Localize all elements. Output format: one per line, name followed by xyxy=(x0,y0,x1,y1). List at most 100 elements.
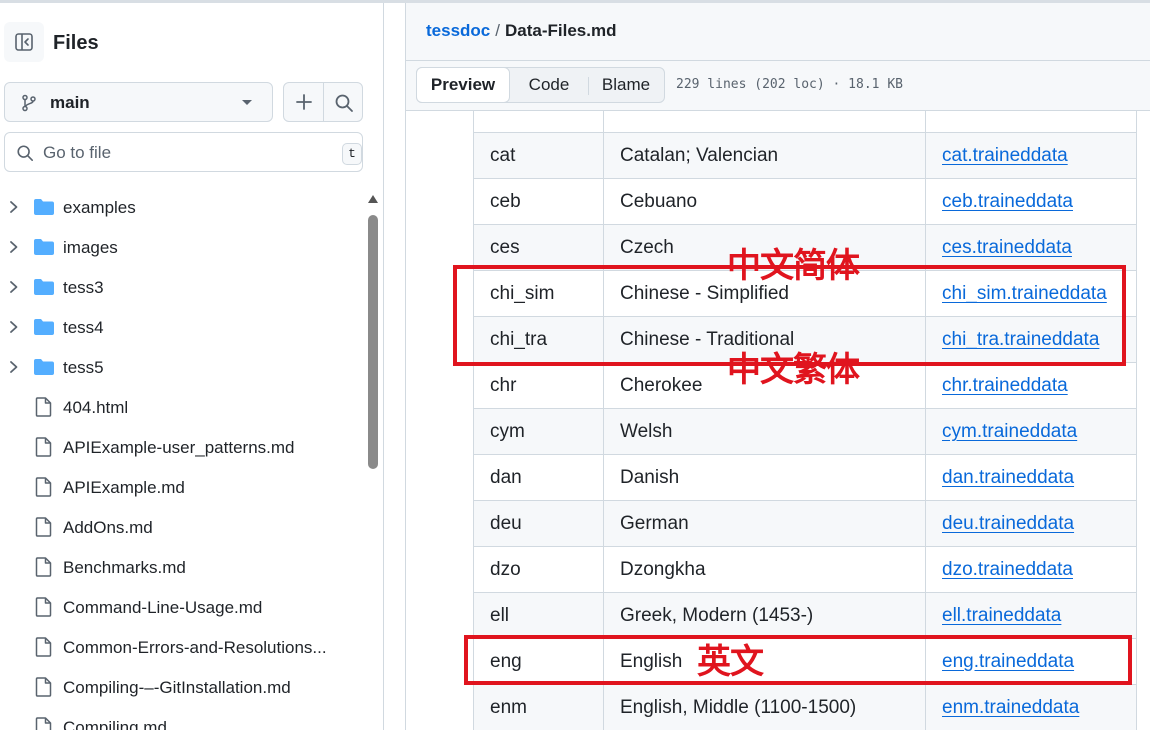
sidebar-scrollbar[interactable] xyxy=(366,195,380,730)
folder-icon xyxy=(34,359,54,375)
tree-file-item[interactable]: AddOns.md xyxy=(0,507,366,547)
traineddata-link[interactable]: dzo.traineddata xyxy=(942,559,1073,580)
scrollbar-thumb[interactable] xyxy=(368,215,378,469)
folder-icon xyxy=(34,199,54,215)
chevron-right-icon[interactable] xyxy=(8,280,20,294)
language-name-cell: Dzongkha xyxy=(603,547,925,593)
file-icon xyxy=(35,677,52,697)
traineddata-cell: chr.traineddata xyxy=(925,363,1137,409)
language-code-cell: chr xyxy=(473,363,603,409)
language-code-cell xyxy=(473,111,603,133)
tree-folder-item[interactable]: images xyxy=(0,227,366,267)
go-to-file-box: t xyxy=(4,132,363,172)
tree-file-item[interactable]: Compiling-–-GitInstallation.md xyxy=(0,667,366,707)
annotation-traditional: 中文繁体 xyxy=(727,350,860,390)
traineddata-cell: deu.traineddata xyxy=(925,501,1137,547)
tree-file-item[interactable]: Benchmarks.md xyxy=(0,547,366,587)
language-name-cell: Welsh xyxy=(603,409,925,455)
file-tree-sidebar: Files main t examplesima xyxy=(0,3,384,730)
annotation-english: 英文 xyxy=(697,642,764,682)
tree-item-label: Command-Line-Usage.md xyxy=(63,598,263,617)
tree-file-item[interactable]: APIExample.md xyxy=(0,467,366,507)
breadcrumb-file-name: Data-Files.md xyxy=(504,21,617,40)
file-header: tessdoc / Data-Files.md xyxy=(405,3,1150,61)
tree-item-label: tess4 xyxy=(63,318,104,337)
table-row xyxy=(473,111,1137,133)
language-name-cell: Greek, Modern (1453-) xyxy=(603,593,925,639)
file-icon xyxy=(35,597,52,617)
chevron-right-icon[interactable] xyxy=(8,240,20,254)
highlight-box-english xyxy=(464,635,1132,685)
tree-file-item[interactable]: 404.html xyxy=(0,387,366,427)
tree-file-item[interactable]: Compiling.md xyxy=(0,707,366,730)
table-row: cym Welsh cym.traineddata xyxy=(473,409,1137,455)
tree-item-label: Common-Errors-and-Resolutions... xyxy=(63,638,327,657)
folder-icon xyxy=(34,239,54,255)
traineddata-cell: enm.traineddata xyxy=(925,685,1137,730)
tree-item-label: Compiling-–-GitInstallation.md xyxy=(63,678,291,697)
tree-folder-item[interactable]: tess3 xyxy=(0,267,366,307)
traineddata-link[interactable]: chr.traineddata xyxy=(942,375,1068,396)
tree-folder-item[interactable]: tess4 xyxy=(0,307,366,347)
file-icon xyxy=(35,637,52,657)
tab-code[interactable]: Code xyxy=(510,68,588,102)
tree-file-item[interactable]: Command-Line-Usage.md xyxy=(0,587,366,627)
go-to-file-input[interactable] xyxy=(43,141,333,165)
tree-file-item[interactable]: APIExample-user_patterns.md xyxy=(0,427,366,467)
file-icon xyxy=(35,477,52,497)
tree-item-label: APIExample-user_patterns.md xyxy=(63,438,295,457)
language-code-cell: dzo xyxy=(473,547,603,593)
language-code-cell: cat xyxy=(473,133,603,179)
tree-item-label: AddOns.md xyxy=(63,518,153,537)
traineddata-link[interactable]: enm.traineddata xyxy=(942,697,1079,718)
traineddata-cell: ceb.traineddata xyxy=(925,179,1137,225)
file-icon xyxy=(35,557,52,577)
sidebar-title: Files xyxy=(53,32,99,54)
traineddata-cell xyxy=(925,111,1137,133)
traineddata-cell: dzo.traineddata xyxy=(925,547,1137,593)
git-branch-icon xyxy=(22,94,36,112)
tree-item-label: tess3 xyxy=(63,278,104,297)
traineddata-link[interactable]: ces.traineddata xyxy=(942,237,1072,258)
tree-item-label: Compiling.md xyxy=(63,718,167,730)
language-name-cell: Danish xyxy=(603,455,925,501)
chevron-right-icon[interactable] xyxy=(8,360,20,374)
tree-folder-item[interactable]: tess5 xyxy=(0,347,366,387)
traineddata-link[interactable]: cym.traineddata xyxy=(942,421,1077,442)
branch-name: main xyxy=(50,93,90,112)
folder-icon xyxy=(34,279,54,295)
tab-blame[interactable]: Blame xyxy=(588,68,664,102)
traineddata-cell: cym.traineddata xyxy=(925,409,1137,455)
traineddata-link[interactable]: deu.traineddata xyxy=(942,513,1074,534)
caret-down-icon xyxy=(242,100,252,105)
language-code-cell: deu xyxy=(473,501,603,547)
traineddata-link[interactable]: dan.traineddata xyxy=(942,467,1074,488)
tree-folder-item[interactable]: examples xyxy=(0,187,366,227)
breadcrumb-repo-link[interactable]: tessdoc xyxy=(426,21,490,40)
traineddata-link[interactable]: ceb.traineddata xyxy=(942,191,1073,212)
language-code-cell: cym xyxy=(473,409,603,455)
traineddata-link[interactable]: cat.traineddata xyxy=(942,145,1068,166)
breadcrumb: tessdoc / Data-Files.md xyxy=(426,21,616,41)
add-file-icon[interactable] xyxy=(294,92,314,112)
file-icon xyxy=(35,397,52,417)
file-icon xyxy=(35,517,52,537)
collapse-sidebar-button[interactable] xyxy=(4,22,44,62)
tree-file-item[interactable]: Common-Errors-and-Resolutions... xyxy=(0,627,366,667)
tree-item-label: APIExample.md xyxy=(63,478,185,497)
tab-preview[interactable]: Preview xyxy=(416,67,510,103)
file-toolbar: Preview Code Blame 229 lines (202 loc) ·… xyxy=(405,61,1150,111)
language-code-cell: ceb xyxy=(473,179,603,225)
annotation-simplified: 中文简体 xyxy=(727,246,860,286)
breadcrumb-separator: / xyxy=(495,21,500,40)
scroll-up-arrow-icon[interactable] xyxy=(368,195,378,203)
search-icon xyxy=(17,145,34,162)
traineddata-link[interactable]: ell.traineddata xyxy=(942,605,1061,626)
branch-selector-button[interactable]: main xyxy=(4,82,273,122)
file-icon xyxy=(35,437,52,457)
traineddata-cell: ell.traineddata xyxy=(925,593,1137,639)
chevron-right-icon[interactable] xyxy=(8,200,20,214)
chevron-right-icon[interactable] xyxy=(8,320,20,334)
search-icon[interactable] xyxy=(334,93,354,113)
button-divider xyxy=(323,83,324,121)
